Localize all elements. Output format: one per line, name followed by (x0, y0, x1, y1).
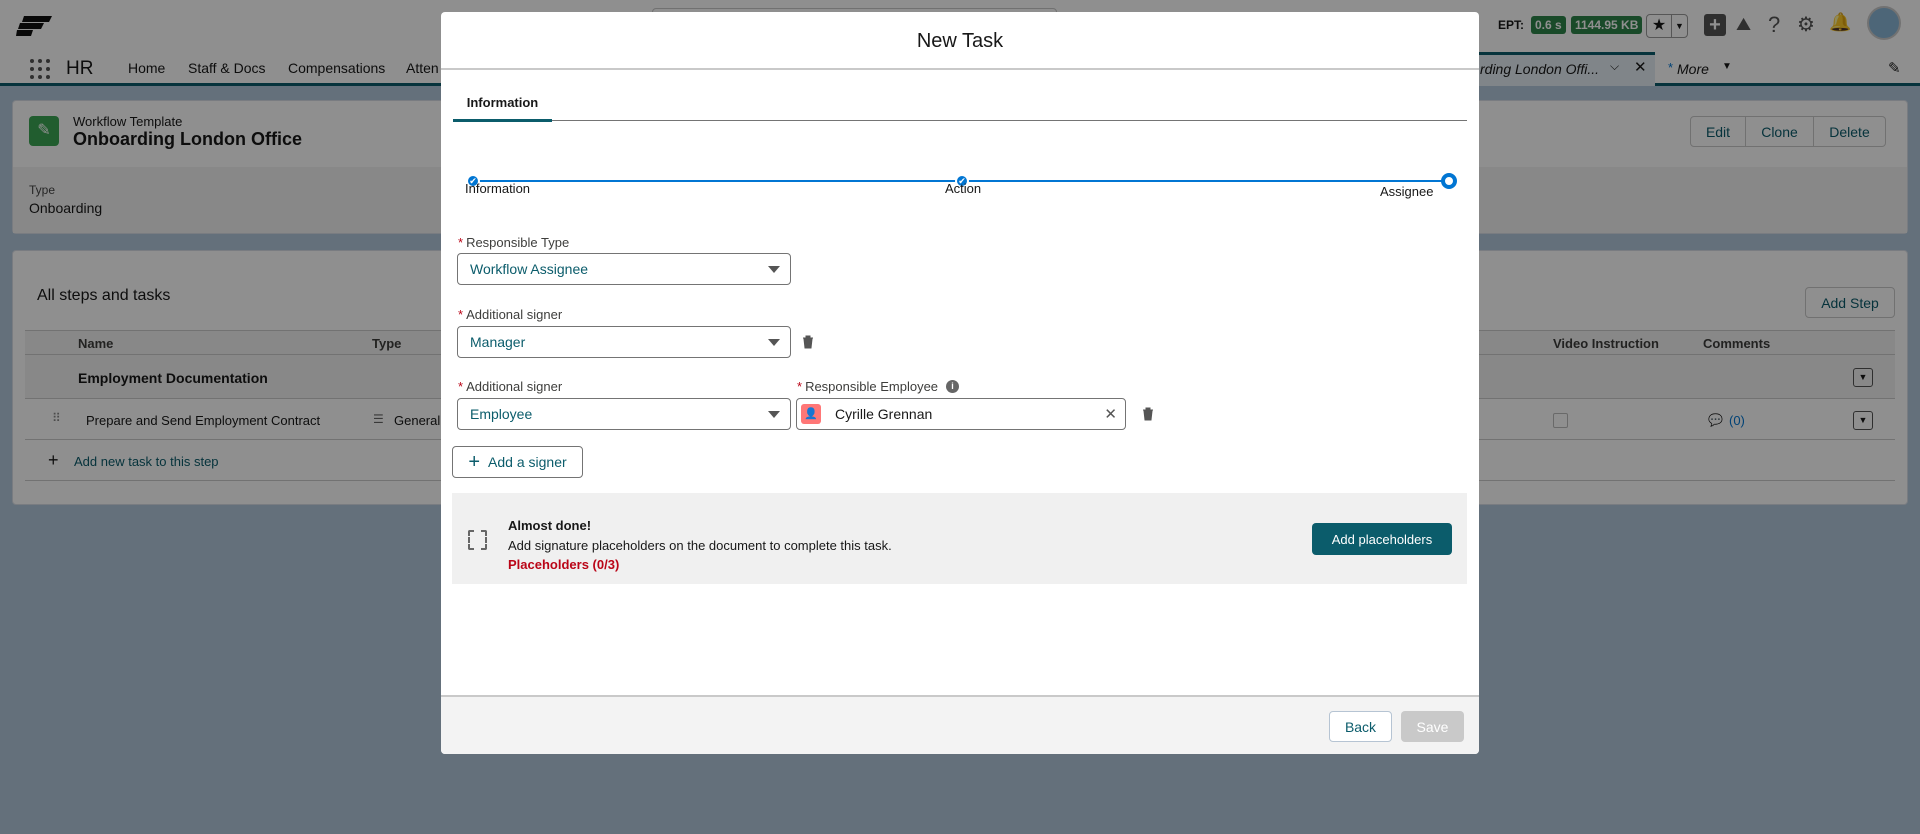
notice-title: Almost done! (508, 518, 592, 533)
add-placeholders-button[interactable]: Add placeholders (1312, 523, 1452, 555)
clear-icon[interactable]: ✕ (1104, 405, 1117, 423)
additional-signer-label: * Additional signer (458, 379, 563, 394)
step-label-assignee: Assignee (1380, 184, 1434, 199)
caret-down-icon (768, 339, 780, 346)
add-icon: + (468, 450, 481, 473)
placeholder-icon (468, 530, 487, 550)
contact-icon: 👤 (801, 404, 821, 424)
additional-signer-select[interactable]: Employee (457, 398, 791, 430)
save-button[interactable]: Save (1401, 711, 1464, 742)
tab-information[interactable]: Information (453, 95, 552, 122)
responsible-employee-lookup[interactable]: 👤 Cyrille Grennan ✕ (796, 398, 1126, 430)
trash-icon[interactable] (1142, 407, 1154, 421)
modal-footer (441, 695, 1479, 754)
placeholders-status: Placeholders (0/3) (508, 557, 620, 572)
responsible-type-select[interactable]: Workflow Assignee (457, 253, 791, 285)
caret-down-icon (768, 266, 780, 273)
step-current-icon[interactable] (1441, 173, 1457, 189)
responsible-employee-value: Cyrille Grennan (835, 406, 933, 422)
tab-bar (453, 107, 1467, 121)
step-label-information: Information (465, 181, 531, 196)
notice-text: Add signature placeholders on the docume… (508, 538, 892, 553)
info-icon[interactable]: i (946, 380, 960, 393)
modal-title: New Task (441, 12, 1479, 70)
trash-icon[interactable] (802, 335, 814, 349)
additional-signer-select[interactable]: Manager (457, 326, 791, 358)
additional-signer-label: * Additional signer (458, 307, 563, 322)
new-task-modal: New Task Information ✔ ✔ Information Act… (441, 12, 1479, 754)
step-label-action: Action (945, 181, 982, 196)
caret-down-icon (768, 411, 780, 418)
responsible-employee-label: * Responsible Employee i (797, 379, 960, 394)
back-button[interactable]: Back (1329, 711, 1392, 742)
responsible-type-label: * Responsible Type (458, 235, 570, 250)
add-signer-button[interactable]: + Add a signer (452, 446, 583, 478)
